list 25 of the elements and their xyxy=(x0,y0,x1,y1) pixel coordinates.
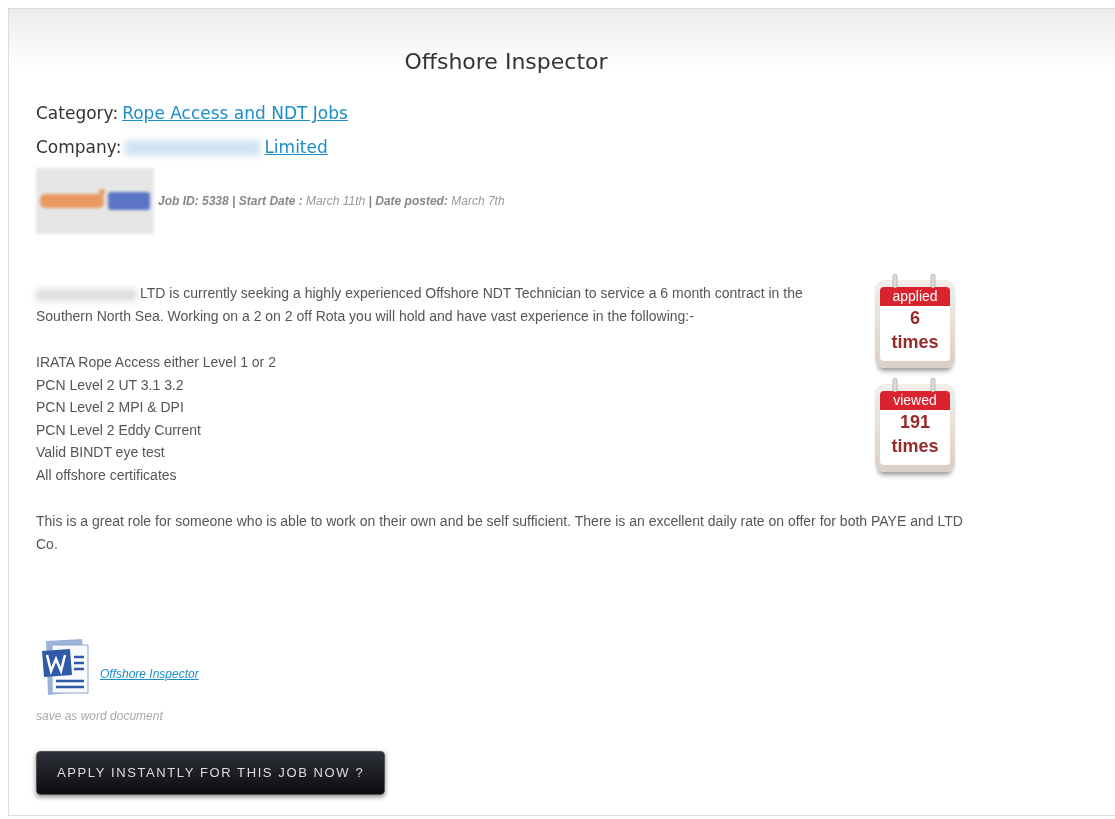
requirement-item: PCN Level 2 MPI & DPI xyxy=(36,398,184,418)
description-paragraph: This is a great role for someone who is able to work on their own and be self sufficient. There is an excellent daily rate on offer for both PAYE and LTD Co. xyxy=(36,512,964,554)
page-title: Offshore Inspector xyxy=(403,49,609,76)
requirement-item: IRATA Rope Access either Level 1 or 2 xyxy=(36,353,276,373)
binder-rings-icon xyxy=(892,378,938,393)
requirement-item: All offshore certificates xyxy=(36,465,177,485)
counter-unit: times xyxy=(890,435,940,459)
requirement-item: PCN Level 2 Eddy Current xyxy=(36,420,201,440)
counter-label: viewed xyxy=(880,391,950,411)
company-link[interactable]: Limited xyxy=(264,134,328,161)
job-details: Job ID: 5338 | Start Date : March 11th | Date posted: March 7th xyxy=(158,193,505,211)
counter-unit: times xyxy=(890,331,940,355)
field-label: Category: xyxy=(36,102,119,126)
document-link[interactable]: Offshore Inspector xyxy=(100,665,199,684)
binder-rings-icon xyxy=(892,274,938,289)
requirement-item: Valid BINDT eye test xyxy=(36,443,165,463)
counter-value: 6 xyxy=(909,307,921,331)
category-link[interactable]: Rope Access and NDT Jobs xyxy=(122,101,348,127)
caption: save as word document xyxy=(36,708,164,726)
description-paragraph: LTD is currently seeking a highly experienced Offshore NDT Technician to service a 6 month contract in the Southern North Sea. Working on a 2 on 2 off Rota you will hold and have vast experience in the following:- xyxy=(36,284,804,326)
counter-label: applied xyxy=(880,287,950,307)
requirement-item: PCN Level 2 UT 3.1 3.2 xyxy=(36,375,184,395)
apply-button[interactable]: APPLY INSTANTLY FOR THIS JOB NOW ? xyxy=(36,751,386,795)
field-label: Company: xyxy=(36,135,122,159)
counter-value: 191 xyxy=(898,411,931,435)
